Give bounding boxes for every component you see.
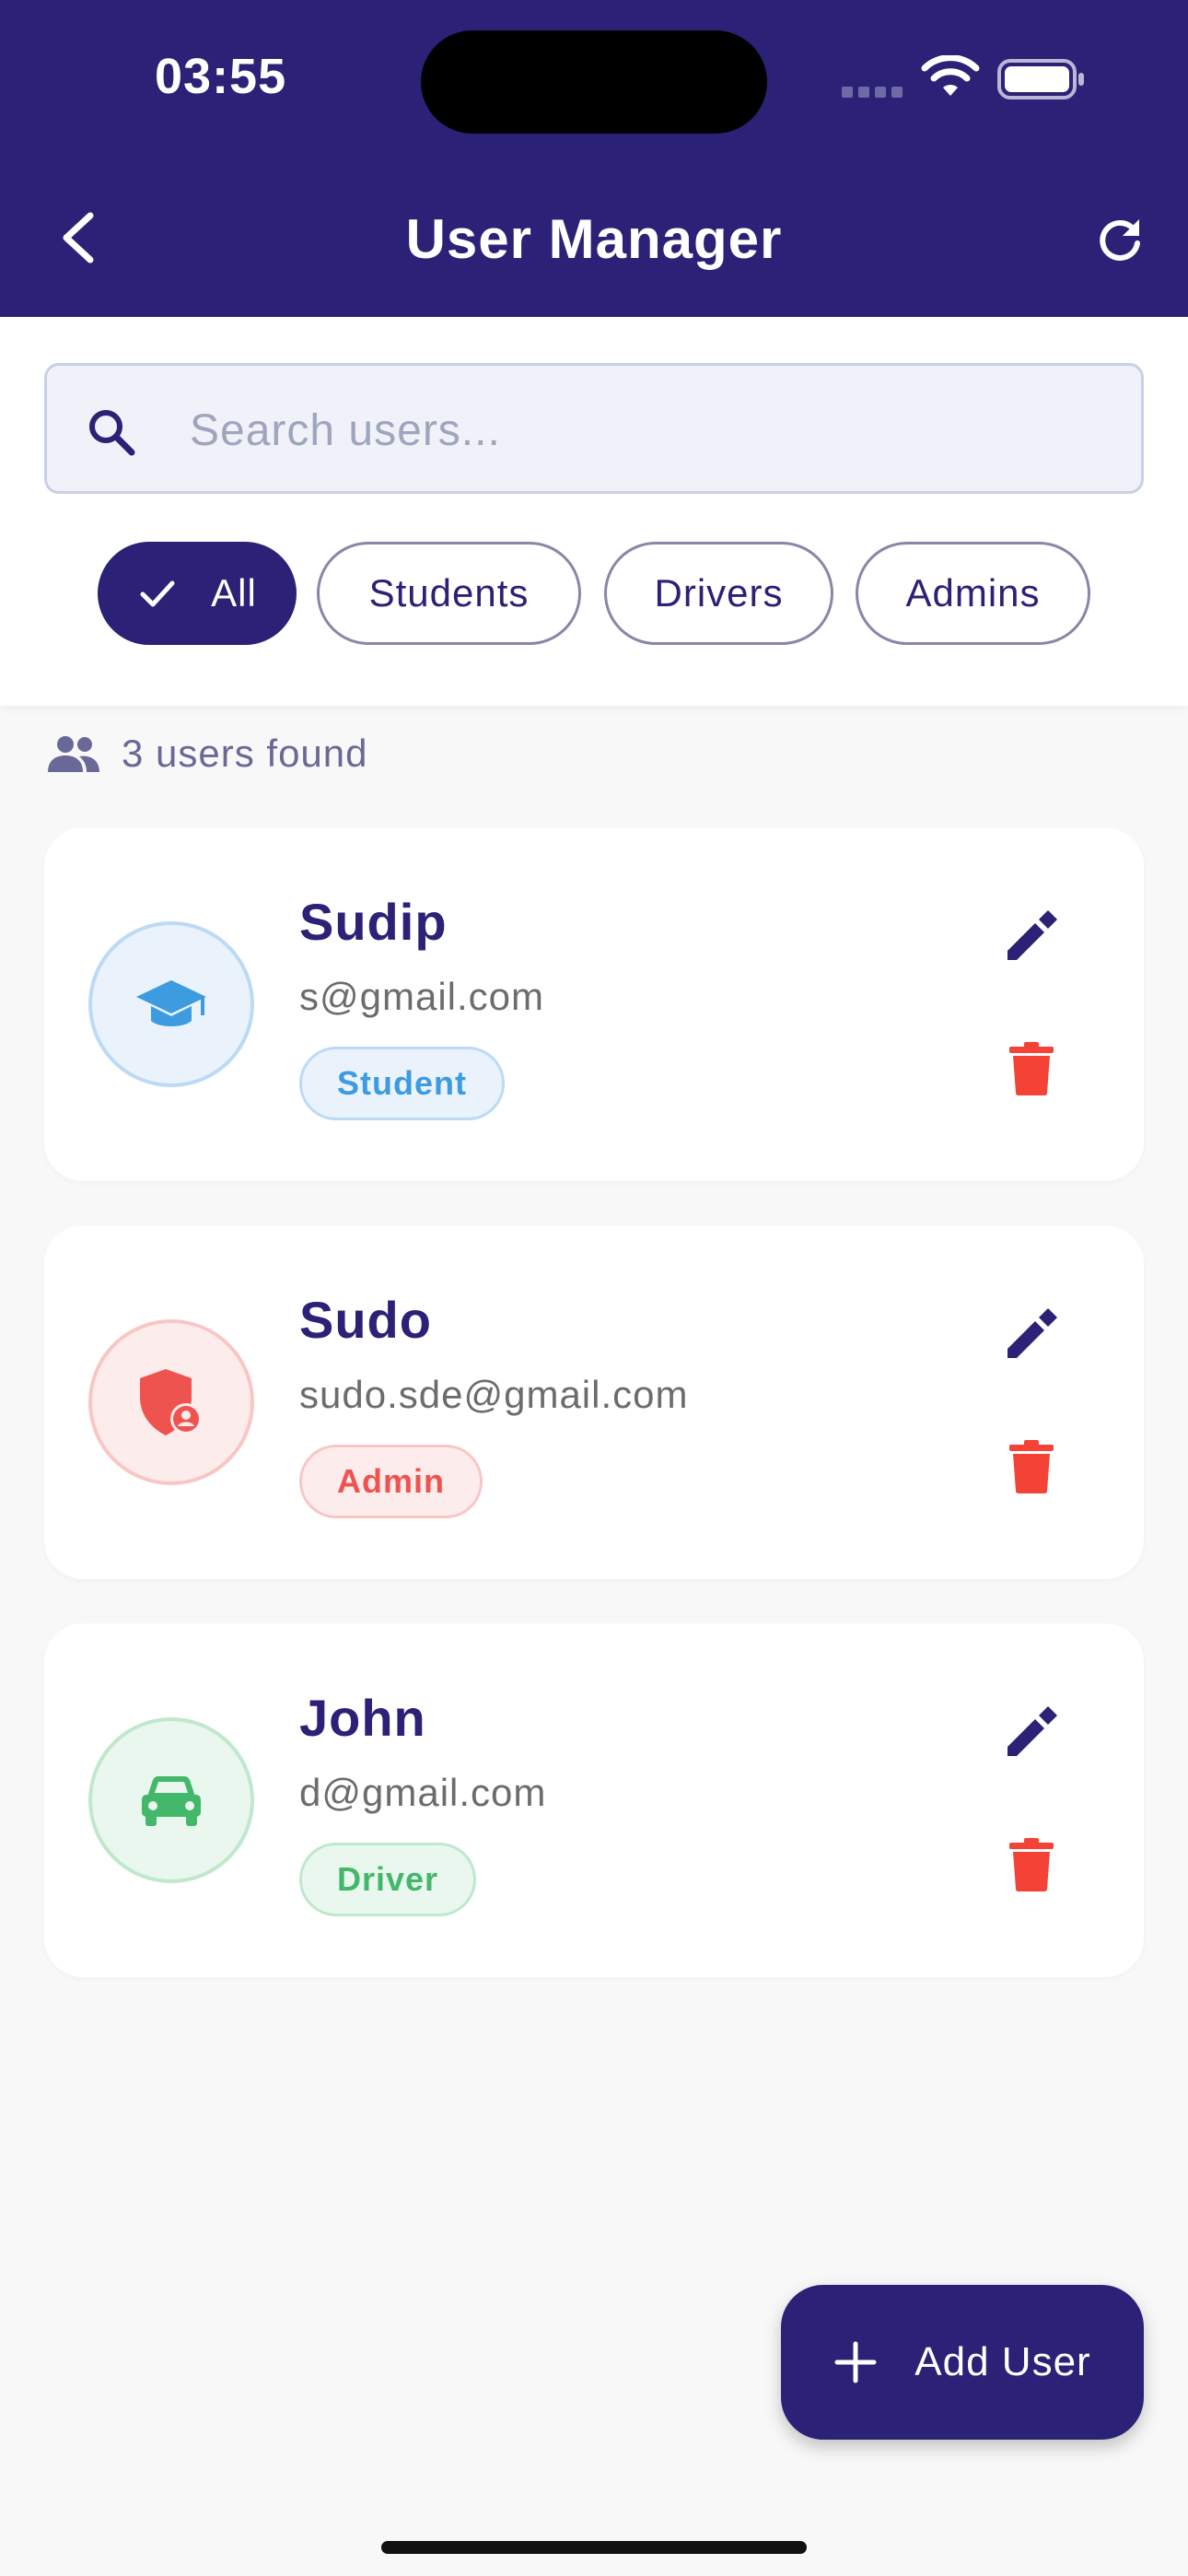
filter-chip-all[interactable]: All bbox=[98, 542, 297, 645]
car-icon bbox=[142, 1776, 201, 1826]
user-card[interactable]: Sudo sudo.sde@gmail.com Admin bbox=[44, 1225, 1144, 1579]
add-user-button[interactable]: Add User bbox=[781, 2285, 1144, 2440]
filter-chip-label: Drivers bbox=[654, 571, 784, 615]
user-email: sudo.sde@gmail.com bbox=[299, 1373, 689, 1416]
app-header: 03:55 User Manager bbox=[0, 0, 1188, 317]
filter-chip-students[interactable]: Students bbox=[317, 542, 581, 645]
battery-icon bbox=[997, 59, 1084, 100]
user-email: s@gmail.com bbox=[299, 975, 545, 1018]
search-box[interactable] bbox=[44, 363, 1144, 494]
role-badge: Student bbox=[299, 1047, 505, 1120]
delete-trash-icon[interactable] bbox=[1007, 1439, 1055, 1494]
cellular-signal-icon bbox=[842, 87, 903, 98]
filter-chip-label: Admins bbox=[905, 571, 1041, 615]
delete-trash-icon[interactable] bbox=[1007, 1837, 1055, 1892]
add-user-label: Add User bbox=[914, 2339, 1091, 2384]
filter-chip-label: All bbox=[211, 571, 257, 615]
role-badge: Admin bbox=[299, 1445, 483, 1518]
filter-chip-admins[interactable]: Admins bbox=[856, 542, 1090, 645]
page-title: User Manager bbox=[405, 208, 783, 270]
filter-chip-drivers[interactable]: Drivers bbox=[604, 542, 833, 645]
people-icon bbox=[48, 736, 99, 772]
search-icon bbox=[89, 410, 135, 456]
edit-pencil-icon[interactable] bbox=[1002, 1305, 1061, 1364]
search-input[interactable] bbox=[190, 393, 1092, 467]
status-time: 03:55 bbox=[155, 49, 287, 104]
results-count: 3 users found bbox=[46, 732, 368, 776]
user-name: Sudo bbox=[299, 1291, 432, 1349]
search-filter-panel: All Students Drivers Admins bbox=[0, 317, 1188, 706]
wifi-icon bbox=[921, 55, 980, 96]
user-card[interactable]: John d@gmail.com Driver bbox=[44, 1623, 1144, 1977]
check-icon bbox=[140, 580, 175, 607]
avatar bbox=[88, 1717, 254, 1883]
edit-pencil-icon[interactable] bbox=[1002, 907, 1061, 966]
user-card[interactable]: Sudip s@gmail.com Student bbox=[44, 827, 1144, 1181]
edit-pencil-icon[interactable] bbox=[1002, 1703, 1061, 1762]
refresh-icon[interactable] bbox=[1094, 214, 1146, 265]
role-badge: Driver bbox=[299, 1843, 477, 1916]
admin-shield-icon bbox=[140, 1369, 202, 1435]
plus-icon bbox=[834, 2341, 877, 2383]
dynamic-island bbox=[421, 30, 767, 134]
user-name: John bbox=[299, 1689, 426, 1747]
delete-trash-icon[interactable] bbox=[1007, 1041, 1055, 1096]
home-indicator bbox=[381, 2541, 807, 2554]
user-name: Sudip bbox=[299, 893, 448, 951]
avatar bbox=[88, 1319, 254, 1485]
graduation-cap-icon bbox=[136, 980, 206, 1026]
user-manager-screen: 03:55 User Manager Search users... All S… bbox=[0, 0, 1188, 2576]
user-email: d@gmail.com bbox=[299, 1771, 547, 1814]
filter-chip-label: Students bbox=[368, 571, 530, 615]
results-count-text: 3 users found bbox=[122, 732, 368, 775]
avatar bbox=[88, 921, 254, 1087]
